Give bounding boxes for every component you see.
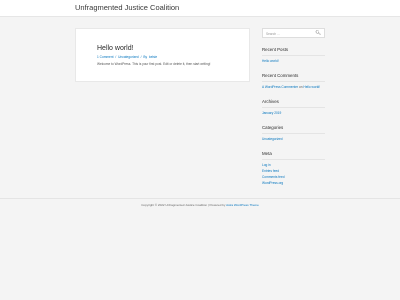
categories-title: Categories <box>262 125 284 130</box>
meta-separator: / <box>115 55 117 59</box>
post-meta: 1 Comment / Uncategorized / By kelsie <box>97 55 158 59</box>
recent-comment-item: A WordPress Commenter on Hello world! <box>262 85 320 89</box>
post-excerpt: Welcome to WordPress. This is your first… <box>97 62 211 66</box>
search-form: Search … 🔍︎ <box>262 28 325 38</box>
meta-entries-feed-link[interactable]: Entries feed <box>262 169 279 173</box>
post-comments-link[interactable]: 1 Comment <box>97 55 113 59</box>
post-author-link[interactable]: kelsie <box>149 55 157 59</box>
post-card: Hello world! 1 Comment / Uncategorized /… <box>75 28 250 82</box>
search-icon[interactable]: 🔍︎ <box>315 30 321 36</box>
comment-on-label: on <box>298 85 303 89</box>
footer-copyright: Copyright © 2022 Unfragmented Justice Co… <box>0 203 400 207</box>
widget-divider <box>262 55 325 56</box>
widget-divider <box>262 159 325 160</box>
category-link[interactable]: Uncategorized <box>262 137 283 141</box>
site-header: Unfragmented Justice Coalition <box>0 0 400 17</box>
widget-divider <box>262 133 325 134</box>
archive-link[interactable]: January 2019 <box>262 111 281 115</box>
meta-comments-feed-link[interactable]: Comments feed <box>262 175 285 179</box>
meta-separator: / <box>140 55 142 59</box>
recent-comments-title: Recent Comments <box>262 73 299 78</box>
recent-post-link[interactable]: Hello world! <box>262 59 279 63</box>
comment-author-link[interactable]: A WordPress Commenter <box>262 85 298 89</box>
meta-wordpress-org-link[interactable]: WordPress.org <box>262 181 283 185</box>
footer-theme-link[interactable]: Astra WordPress Theme <box>226 203 259 207</box>
post-category-link[interactable]: Uncategorized <box>118 55 139 59</box>
widget-divider <box>262 107 325 108</box>
widget-divider <box>262 81 325 82</box>
search-placeholder: Search … <box>266 31 281 36</box>
archives-title: Archives <box>262 99 279 104</box>
site-title[interactable]: Unfragmented Justice Coalition <box>75 3 179 12</box>
post-title[interactable]: Hello world! <box>97 45 134 52</box>
recent-posts-title: Recent Posts <box>262 47 289 52</box>
meta-login-link[interactable]: Log in <box>262 163 271 167</box>
footer-copyright-text: Copyright © 2022 Unfragmented Justice Co… <box>141 203 226 207</box>
meta-title: Meta <box>262 151 272 156</box>
post-by-label: By <box>143 55 148 59</box>
comment-post-link[interactable]: Hello world! <box>303 85 320 89</box>
